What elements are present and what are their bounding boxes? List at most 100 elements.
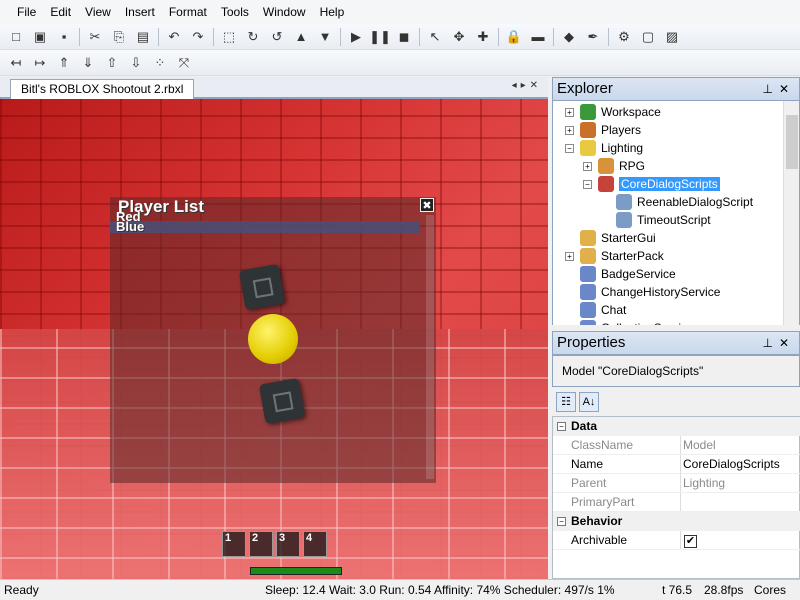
property-value[interactable]: ✔ [680, 531, 800, 549]
explorer-item[interactable]: CollectionService [565, 319, 694, 325]
undo-icon[interactable]: ↶ [164, 27, 184, 47]
property-grid: − Data ClassName Model Name CoreDialogScripts… [552, 416, 800, 579]
collapse-icon[interactable]: − [557, 517, 566, 526]
close-icon[interactable]: ✕ [779, 82, 795, 96]
paint-icon[interactable]: ◆ [559, 27, 579, 47]
image-icon[interactable]: ▨ [662, 27, 682, 47]
raise-icon[interactable]: ⇧ [102, 53, 122, 73]
select-icon[interactable]: ↖ [425, 27, 445, 47]
menu-tools[interactable]: Tools [214, 1, 256, 23]
scrollbar-thumb[interactable] [786, 115, 798, 169]
explorer-item-label: StarterGui [601, 231, 656, 245]
down-icon[interactable]: ▼ [315, 27, 335, 47]
explorer-item-label: Lighting [601, 141, 644, 155]
cut-icon[interactable]: ✂ [85, 27, 105, 47]
property-value[interactable] [680, 493, 800, 511]
play-icon[interactable]: ▶ [346, 27, 366, 47]
collapse-icon[interactable]: − [583, 179, 592, 189]
expand-icon[interactable]: + [583, 161, 592, 171]
explorer-item[interactable]: Chat [565, 301, 626, 319]
property-row[interactable]: Parent Lighting [553, 474, 800, 493]
fit-icon[interactable]: ⤧ [174, 53, 194, 73]
explorer-item[interactable]: + Players [565, 121, 641, 139]
hotbar-slot[interactable]: 4 [303, 531, 327, 557]
player-list-scrollbar[interactable] [426, 215, 434, 479]
expand-icon[interactable]: + [565, 251, 574, 261]
property-row[interactable]: Archivable ✔ [553, 531, 800, 550]
property-row[interactable]: PrimaryPart [553, 493, 800, 512]
property-row[interactable]: Name CoreDialogScripts [553, 455, 800, 474]
lower-icon[interactable]: ⇩ [126, 53, 146, 73]
hotbar-slot[interactable]: 3 [276, 531, 300, 557]
rotate-icon[interactable]: ↻ [243, 27, 263, 47]
yellow-ball [248, 314, 298, 364]
collapse-icon[interactable]: − [557, 422, 566, 431]
snap-icon[interactable]: ⁘ [150, 53, 170, 73]
spawn-block-top [238, 263, 286, 311]
document-tab[interactable]: Bitl's ROBLOX Shootout 2.rbxl [10, 79, 195, 99]
property-value[interactable]: Lighting [680, 474, 800, 492]
object-icon [598, 176, 614, 192]
explorer-item[interactable]: − Lighting [565, 139, 643, 157]
pin-icon[interactable]: ⊥ [762, 82, 778, 96]
new-file-icon[interactable]: □ [6, 27, 26, 47]
explorer-item[interactable]: StarterGui [565, 229, 656, 247]
explorer-item[interactable]: − CoreDialogScripts [583, 175, 720, 193]
settings-icon[interactable]: ⚙ [614, 27, 634, 47]
menu-view[interactable]: View [78, 1, 118, 23]
menu-format[interactable]: Format [162, 1, 214, 23]
copy-icon[interactable]: ⎘ [109, 27, 129, 47]
save-icon[interactable]: ▪ [54, 27, 74, 47]
alphabetical-sort-icon[interactable]: A↓ [579, 392, 599, 412]
explorer-item[interactable]: ReenableDialogScript [601, 193, 753, 211]
expand-icon[interactable]: + [565, 107, 574, 117]
property-value[interactable]: Model [680, 436, 800, 454]
lock-icon[interactable]: 🔒 [504, 27, 524, 47]
resize-icon[interactable]: ✚ [473, 27, 493, 47]
hotbar-slot[interactable]: 2 [249, 531, 273, 557]
game-viewport[interactable]: Player List ✖ Red Blue 1 2 3 4 [0, 99, 548, 579]
collapse-icon[interactable]: − [565, 143, 574, 153]
property-value[interactable]: CoreDialogScripts [680, 455, 800, 473]
up-icon[interactable]: ▲ [291, 27, 311, 47]
paste-icon[interactable]: ▤ [133, 27, 153, 47]
move-up-icon[interactable]: ⇑ [54, 53, 74, 73]
fill-icon[interactable]: ✒ [583, 27, 603, 47]
explorer-item[interactable]: + RPG [583, 157, 645, 175]
menu-file[interactable]: File [10, 1, 43, 23]
toolbar-separator [158, 27, 159, 46]
player-list-close-button[interactable]: ✖ [420, 198, 434, 212]
anchor-icon[interactable]: ▬ [528, 27, 548, 47]
explorer-item[interactable]: + StarterPack [565, 247, 664, 265]
expand-icon[interactable]: + [565, 125, 574, 135]
open-folder-icon[interactable]: ▣ [30, 27, 50, 47]
explorer-item[interactable]: + Workspace [565, 103, 661, 121]
property-category[interactable]: − Behavior [553, 512, 800, 531]
tab-scroll-arrows[interactable]: ◂▸✕ [512, 80, 542, 91]
archivable-checkbox[interactable]: ✔ [684, 535, 697, 548]
close-icon[interactable]: ✕ [779, 336, 795, 350]
menu-edit[interactable]: Edit [43, 1, 78, 23]
pause-icon[interactable]: ❚❚ [369, 27, 391, 47]
move-left-icon[interactable]: ↤ [6, 53, 26, 73]
frame-icon[interactable]: ▢ [638, 27, 658, 47]
group-icon[interactable]: ⬚ [219, 27, 239, 47]
menu-window[interactable]: Window [256, 1, 313, 23]
explorer-item[interactable]: TimeoutScript [601, 211, 711, 229]
pin-icon[interactable]: ⊥ [762, 336, 778, 350]
menu-insert[interactable]: Insert [118, 1, 162, 23]
explorer-item[interactable]: BadgeService [565, 265, 676, 283]
stop-icon[interactable]: ◼ [394, 27, 414, 47]
explorer-item[interactable]: ChangeHistoryService [565, 283, 720, 301]
explorer-scrollbar[interactable] [783, 101, 799, 325]
redo-icon[interactable]: ↷ [188, 27, 208, 47]
hotbar-slot[interactable]: 1 [222, 531, 246, 557]
categorized-icon[interactable]: ☷ [556, 392, 576, 412]
move-icon[interactable]: ✥ [449, 27, 469, 47]
property-row[interactable]: ClassName Model [553, 436, 800, 455]
move-right-icon[interactable]: ↦ [30, 53, 50, 73]
menu-help[interactable]: Help [313, 1, 352, 23]
move-down-icon[interactable]: ⇓ [78, 53, 98, 73]
tilt-icon[interactable]: ↺ [267, 27, 287, 47]
property-category[interactable]: − Data [553, 417, 800, 436]
